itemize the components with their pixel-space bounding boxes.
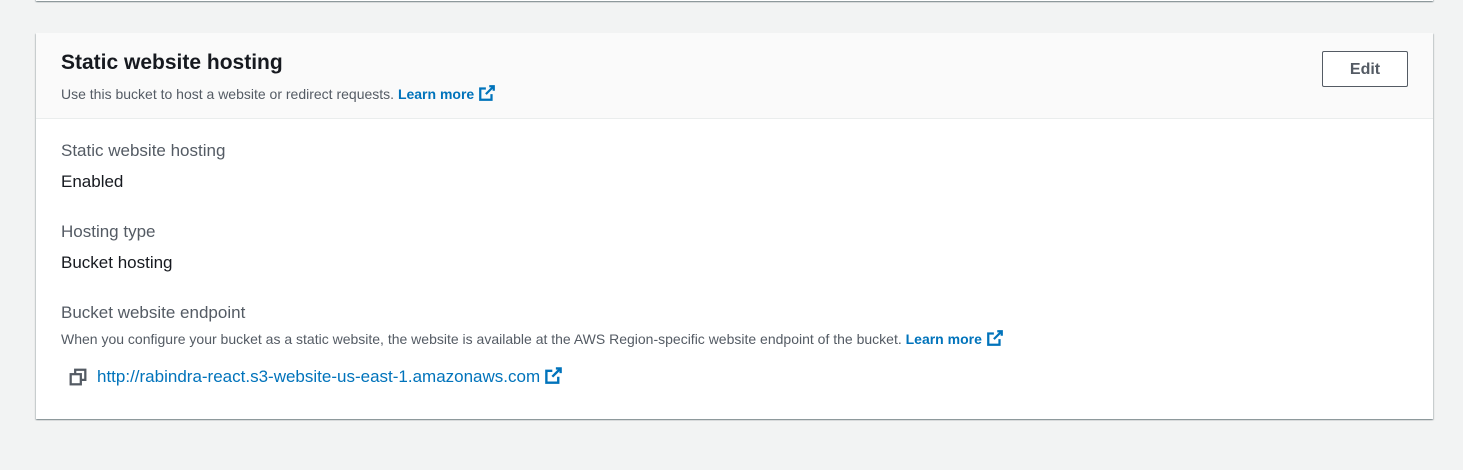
external-link-icon (545, 367, 562, 384)
endpoint-url-text: http://rabindra-react.s3-website-us-east… (97, 367, 541, 386)
panel-description: Use this bucket to host a website or red… (61, 84, 496, 103)
learn-more-label: Learn more (397, 86, 475, 102)
panel-title: Static website hosting (61, 51, 283, 74)
external-link-icon (479, 85, 496, 101)
learn-more-link[interactable]: Learn more (397, 85, 496, 102)
endpoint-description-text: When you configure your bucket as a stat… (61, 331, 902, 347)
endpoint-url-link[interactable]: http://rabindra-react.s3-website-us-east… (97, 366, 563, 388)
hosting-type-value: Bucket hosting (61, 253, 173, 272)
copy-icon[interactable] (69, 368, 87, 386)
panel-header: Static website hosting Use this bucket t… (36, 33, 1433, 119)
hosting-status-label: Static website hosting (61, 141, 226, 160)
static-website-hosting-panel: Static website hosting Use this bucket t… (36, 33, 1433, 419)
endpoint-label: Bucket website endpoint (61, 303, 246, 322)
hosting-type-label: Hosting type (61, 222, 156, 241)
endpoint-learn-more-link[interactable]: Learn more (905, 330, 1004, 347)
external-link-icon (986, 330, 1003, 346)
hosting-status-value: Enabled (61, 172, 124, 191)
endpoint-learn-more-label: Learn more (905, 331, 982, 347)
endpoint-description: When you configure your bucket as a stat… (61, 329, 1004, 348)
endpoint-url-row: http://rabindra-react.s3-website-us-east… (69, 365, 563, 389)
previous-panel-bottom (36, 0, 1433, 1)
edit-button[interactable]: Edit (1322, 51, 1408, 87)
panel-description-text: Use this bucket to host a website or red… (61, 86, 395, 102)
